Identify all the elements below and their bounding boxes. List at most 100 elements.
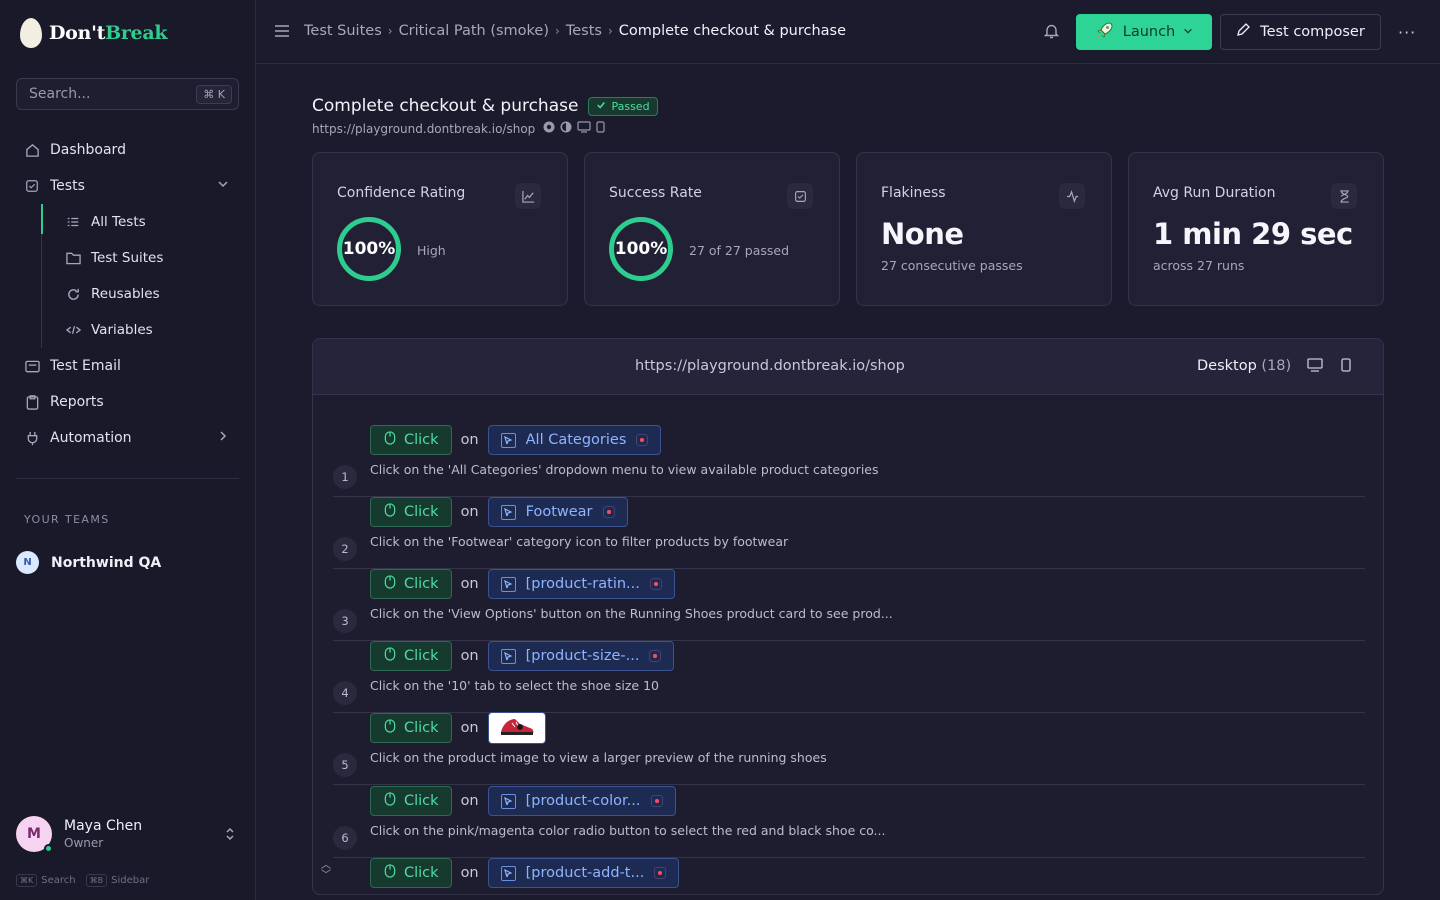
test-url[interactable]: https://playground.dontbreak.io/shop [312,122,535,136]
confidence-level: High [417,243,446,258]
action-pill[interactable]: Click [370,497,452,527]
chevron-down-icon[interactable]: ﹀ [321,871,331,881]
team-item[interactable]: N Northwind QA [16,551,161,574]
target-pill[interactable]: [product-color... [487,786,676,816]
home-icon [24,142,40,158]
target-label: [product-ratin... [525,576,640,592]
test-step[interactable]: 1 Click on All Categories Click on the 'All … [333,425,1365,497]
sidebar-item-label: Test Email [50,358,121,374]
mouse-icon [384,792,396,810]
user-menu[interactable]: M Maya Chen Owner [16,816,239,853]
sidebar-item-variables[interactable]: Variables [41,312,239,348]
test-step[interactable]: 5 Click on Click on the product image to vi… [333,712,1365,785]
rocket-icon [1095,20,1115,44]
test-step[interactable]: 4 Click on [product-size-... Click on the '1… [333,641,1365,713]
test-step[interactable]: 2 Click on Footwear Click on the 'Footwear' … [333,497,1365,569]
chevron-down-icon[interactable] [217,178,229,194]
action-pill[interactable]: Click [370,425,452,455]
launch-button[interactable]: Launch [1076,14,1212,50]
steps-url: https://playground.dontbreak.io/shop [635,358,905,374]
check-icon [596,100,606,113]
on-label: on [460,793,479,809]
sidebar-item-label: Variables [91,322,153,338]
activity-icon [1059,183,1085,209]
element-selector-icon [500,432,516,448]
sidebar-item-test-email[interactable]: Test Email [16,348,239,384]
test-step[interactable]: 6 Click on [product-color... Click on the pi… [333,786,1365,858]
target-pill[interactable]: All Categories [487,425,662,455]
step-description: Click on the pink/magenta color radio bu… [370,823,886,838]
avatar: M [16,816,53,853]
sidebar-item-label: Tests [50,178,85,194]
step-number: 4 [333,681,357,705]
mouse-icon [384,864,396,882]
chevron-down-icon [1183,24,1193,40]
more-options-icon[interactable]: ··· [1398,23,1416,42]
step-number: 2 [333,537,357,561]
logo[interactable]: Don'tBreak [20,18,168,48]
mouse-icon [384,647,396,665]
test-step[interactable]: 3 Click on [product-ratin... Click on the 'V… [333,569,1365,641]
target-pill[interactable]: Footwear [487,497,628,527]
element-selector-icon [500,793,516,809]
step-description: Click on the 'All Categories' dropdown m… [370,462,879,477]
action-label: Click [404,865,439,881]
test-step[interactable]: 7Clickon[product-add-t... [333,858,1365,894]
page-title: Complete checkout & purchase [312,96,579,116]
step-action-row: Click on [product-ratin... [370,569,675,599]
sidebar-item-all-tests[interactable]: All Tests [41,204,239,240]
top-bar: Test Suites › Critical Path (smoke) › Te… [256,0,1440,64]
action-pill[interactable]: Click [370,713,452,743]
record-dot-icon [650,795,663,807]
sidebar-nav: Dashboard Tests All Tests Test Suites Re… [16,132,239,456]
step-number: 1 [333,465,357,489]
sidebar-item-dashboard[interactable]: Dashboard [16,132,239,168]
sidebar-item-reusables[interactable]: Reusables [41,276,239,312]
duration-card: Avg Run Duration 1 min 29 sec across 27 … [1128,152,1384,306]
action-label: Click [404,504,439,520]
sidebar-item-test-suites[interactable]: Test Suites [41,240,239,276]
on-label: on [460,720,479,736]
action-pill[interactable]: Click [370,641,452,671]
breadcrumb-item[interactable]: Tests [566,23,602,39]
action-pill[interactable]: Click [370,858,452,888]
mobile-icon[interactable] [1341,358,1351,376]
target-pill[interactable]: [product-size-... [487,641,675,671]
sidebar-item-label: Test Suites [91,250,164,266]
sidebar-item-tests[interactable]: Tests [16,168,239,204]
target-pill[interactable]: [product-ratin... [487,569,675,599]
breadcrumb-item[interactable]: Test Suites [304,23,382,39]
bell-icon[interactable] [1043,23,1060,43]
chevron-up-down-icon[interactable] [225,826,235,846]
step-action-row: Click on All Categories [370,425,662,455]
hourglass-icon [1331,183,1357,209]
on-label: on [460,648,479,664]
device-selector[interactable]: Desktop (18) [1197,358,1291,374]
element-selector-icon [500,648,516,664]
action-pill[interactable]: Click [370,786,452,816]
sidebar-item-label: Reports [50,394,104,410]
firefox-icon [560,121,572,136]
search-input[interactable]: Search... ⌘ K [16,78,239,110]
step-action-row: Click on [product-size-... [370,641,675,671]
steps-panel: https://playground.dontbreak.io/shop Des… [312,338,1384,895]
action-label: Click [404,720,439,736]
test-composer-button[interactable]: Test composer [1220,14,1381,50]
action-pill[interactable]: Click [370,569,452,599]
target-pill[interactable]: [product-add-t... [487,858,680,888]
scroll-arrows[interactable]: ︿ ﹀ [321,861,331,881]
launch-label: Launch [1122,24,1176,40]
target-label: [product-add-t... [525,865,645,881]
desktop-icon [577,121,591,136]
sidebar-item-reports[interactable]: Reports [16,384,239,420]
mail-icon [24,358,40,374]
target-image-thumbnail[interactable] [487,712,546,744]
flakiness-value: None [881,217,964,251]
breadcrumb-item[interactable]: Critical Path (smoke) [399,23,549,39]
step-action-row: Click on Footwear [370,497,628,527]
desktop-icon[interactable] [1307,358,1323,376]
chevron-right-icon[interactable] [217,430,229,446]
shoe-image-icon [498,715,536,741]
menu-icon[interactable] [274,24,290,42]
sidebar-item-automation[interactable]: Automation [16,420,239,456]
